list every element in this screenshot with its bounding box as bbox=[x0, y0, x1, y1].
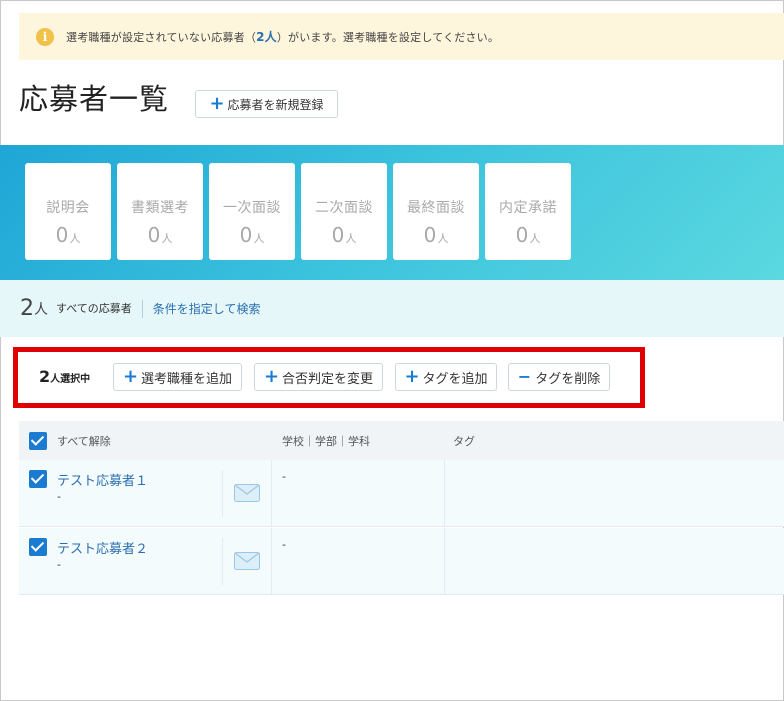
total-count: 2 bbox=[20, 296, 34, 321]
applicant-summary: 2 人 すべての応募者 条件を指定して検索 bbox=[0, 280, 784, 337]
stage-count: 0人 bbox=[331, 223, 357, 247]
column-school: 学校｜学部｜学科 bbox=[282, 435, 370, 448]
alert-count: 2人 bbox=[256, 30, 277, 44]
selected-count: 2人選択中 bbox=[39, 367, 91, 386]
stage-count: 0人 bbox=[515, 223, 541, 247]
all-applicants-label: すべての応募者 bbox=[56, 299, 143, 318]
alert-banner: i 選考職種が設定されていない応募者（2人）がいます。選考職種を設定してください… bbox=[19, 13, 784, 60]
cell-divider bbox=[271, 460, 272, 526]
change-result-button[interactable]: + 合否判定を変更 bbox=[254, 363, 383, 391]
cell-divider bbox=[271, 528, 272, 594]
pipeline-band: 説明会 0人 書類選考 0人 一次面談 0人 二次面談 0人 最終面談 0人 内… bbox=[0, 145, 784, 280]
stage-card-final-interview[interactable]: 最終面談 0人 bbox=[393, 163, 479, 260]
stage-name: 説明会 bbox=[46, 200, 90, 216]
stage-count: 0人 bbox=[55, 223, 81, 247]
applicant-school: - bbox=[282, 470, 286, 483]
mail-icon[interactable] bbox=[234, 484, 260, 502]
stage-name: 最終面談 bbox=[407, 200, 465, 216]
cell-divider bbox=[444, 528, 445, 594]
add-applicant-button[interactable]: + 応募者を新規登録 bbox=[195, 90, 338, 118]
applicant-school: - bbox=[282, 538, 286, 551]
table-row: テスト応募者２ - - bbox=[19, 528, 784, 595]
applicant-name-link[interactable]: テスト応募者２ bbox=[57, 538, 148, 557]
bulk-action-bar: 2人選択中 + 選考職種を追加 + 合否判定を変更 + タグを追加 − タグを削… bbox=[13, 347, 645, 408]
minus-icon: − bbox=[517, 367, 532, 386]
applicant-sub: - bbox=[57, 490, 61, 503]
stage-count: 0人 bbox=[239, 223, 265, 247]
total-unit: 人 bbox=[34, 301, 48, 318]
cell-divider bbox=[222, 538, 223, 585]
alert-text-before: 選考職種が設定されていない応募者（ bbox=[66, 31, 257, 44]
plus-icon: + bbox=[404, 366, 420, 387]
plus-icon: + bbox=[209, 93, 225, 114]
plus-icon: + bbox=[263, 366, 280, 387]
applicant-sub: - bbox=[57, 558, 61, 571]
column-tag: タグ bbox=[453, 435, 475, 448]
table-row: テスト応募者１ - - bbox=[19, 460, 784, 527]
add-job-type-button[interactable]: + 選考職種を追加 bbox=[113, 363, 242, 391]
search-conditions-link[interactable]: 条件を指定して検索 bbox=[153, 300, 261, 317]
stage-name: 書類選考 bbox=[131, 200, 189, 216]
row-checkbox[interactable] bbox=[29, 538, 47, 556]
page-title: 応募者一覧 bbox=[19, 82, 170, 116]
table-header: すべて解除 学校｜学部｜学科 タグ bbox=[19, 421, 784, 460]
plus-icon: + bbox=[122, 366, 139, 387]
stage-card-first-interview[interactable]: 一次面談 0人 bbox=[209, 163, 295, 260]
stage-card-second-interview[interactable]: 二次面談 0人 bbox=[301, 163, 387, 260]
add-applicant-label: 応募者を新規登録 bbox=[227, 97, 324, 112]
cell-divider bbox=[444, 460, 445, 526]
stage-name: 二次面談 bbox=[315, 200, 373, 216]
row-checkbox[interactable] bbox=[29, 470, 47, 488]
alert-text-after: ）がいます。選考職種を設定してください。 bbox=[276, 31, 500, 44]
deselect-all-label[interactable]: すべて解除 bbox=[57, 433, 111, 449]
mail-icon[interactable] bbox=[234, 552, 260, 570]
stage-count: 0人 bbox=[423, 223, 449, 247]
info-icon: i bbox=[36, 27, 54, 46]
stage-card-document-screening[interactable]: 書類選考 0人 bbox=[117, 163, 203, 260]
cell-divider bbox=[222, 470, 223, 517]
stage-name: 一次面談 bbox=[223, 200, 281, 216]
select-all-checkbox[interactable] bbox=[29, 432, 47, 450]
stage-name: 内定承諾 bbox=[499, 200, 557, 216]
stage-card-offer-accepted[interactable]: 内定承諾 0人 bbox=[485, 163, 571, 260]
add-tag-button[interactable]: + タグを追加 bbox=[395, 363, 497, 391]
stage-card-briefing[interactable]: 説明会 0人 bbox=[25, 163, 111, 260]
applicant-name-link[interactable]: テスト応募者１ bbox=[57, 470, 148, 489]
alert-message: 選考職種が設定されていない応募者（2人）がいます。選考職種を設定してください。 bbox=[66, 28, 499, 45]
stage-count: 0人 bbox=[147, 223, 173, 247]
remove-tag-button[interactable]: − タグを削除 bbox=[508, 363, 610, 391]
